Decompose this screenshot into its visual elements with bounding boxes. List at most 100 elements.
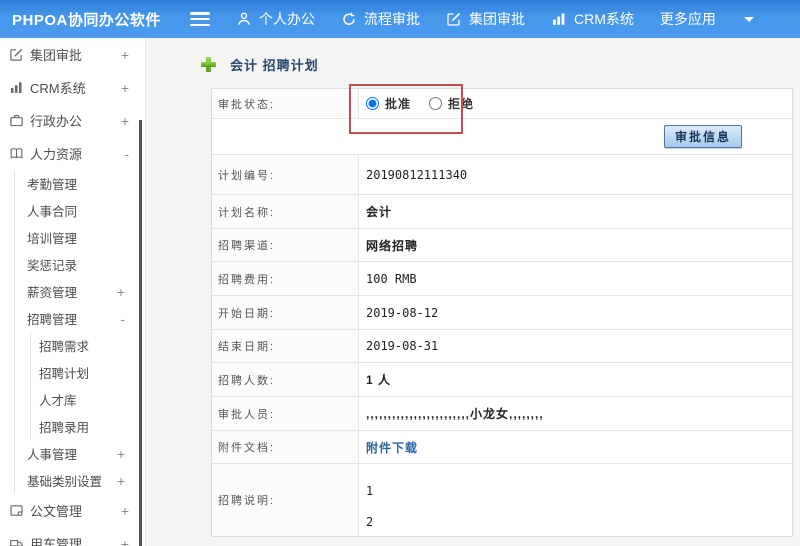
- app-window: PHPOA协同办公软件 个人办公 流程审批 集团审批 CRM系统 更多应用 集团…: [0, 0, 800, 546]
- row-start-date: 开始日期: 2019-08-12: [212, 296, 792, 330]
- description-line: 2: [366, 515, 374, 529]
- sidebar-scrollbar[interactable]: [139, 120, 142, 546]
- sidebar-item-attendance[interactable]: 考勤管理: [15, 170, 145, 197]
- expand-toggle[interactable]: +: [121, 536, 129, 546]
- radio-approve-option[interactable]: 批准: [366, 95, 411, 112]
- sidebar-item-label: 行政办公: [30, 114, 83, 129]
- sidebar-item-documents[interactable]: 公文管理 +: [0, 494, 145, 527]
- end-date-label: 结束日期:: [212, 330, 359, 362]
- expand-toggle[interactable]: +: [117, 446, 125, 462]
- expand-toggle[interactable]: +: [117, 284, 125, 300]
- row-plan-name: 计划名称: 会计: [212, 195, 792, 229]
- nav-label: CRM系统: [574, 11, 634, 27]
- sidebar-item-label: 培训管理: [27, 232, 78, 246]
- expand-toggle[interactable]: +: [121, 80, 129, 96]
- start-date-value: 2019-08-12: [366, 305, 439, 320]
- bar-chart-icon: [551, 11, 567, 27]
- attachment-download-link[interactable]: 附件下载: [366, 439, 418, 456]
- sidebar-item-recruit-mgmt[interactable]: 招聘管理 -: [15, 305, 145, 332]
- approval-info-button[interactable]: 审批信息: [663, 125, 742, 148]
- description-value: 1 2: [359, 464, 792, 536]
- expand-toggle[interactable]: +: [117, 473, 125, 489]
- approvers-value: ,,,,,,,,,,,,,,,,,,,,,,,,小龙女,,,,,,,,: [366, 407, 544, 421]
- bar-chart-icon: [8, 80, 24, 95]
- plan-number-value: 20190812111340: [366, 167, 468, 182]
- top-navbar: PHPOA协同办公软件 个人办公 流程审批 集团审批 CRM系统 更多应用: [0, 0, 800, 38]
- approval-status-row: 审批状态: 批准 拒绝: [212, 89, 792, 119]
- plan-name-label: 计划名称:: [212, 195, 359, 228]
- sidebar-item-base-category[interactable]: 基础类别设置 +: [15, 467, 145, 494]
- sidebar-item-crm[interactable]: CRM系统 +: [0, 71, 145, 104]
- sidebar-item-hr[interactable]: 人力资源 -: [0, 137, 145, 170]
- sidebar-item-recruit-hire[interactable]: 招聘录用: [31, 413, 145, 440]
- sidebar-item-label: 考勤管理: [27, 178, 78, 192]
- sidebar-item-label: 人事合同: [27, 205, 78, 219]
- main-content: 会计 招聘计划 审批状态: 批准 拒绝 审批信息 计划编号: 201908121…: [146, 38, 800, 546]
- attachment-label: 附件文档:: [212, 431, 359, 463]
- radio-reject[interactable]: [429, 97, 443, 110]
- collapse-toggle[interactable]: -: [120, 311, 125, 327]
- row-recruit-cost: 招聘费用: 100 RMB: [212, 262, 792, 296]
- sidebar-item-label: 招聘录用: [39, 421, 90, 435]
- sidebar-item-label: 招聘计划: [39, 367, 90, 381]
- page-header: 会计 招聘计划: [201, 55, 319, 74]
- sidebar-item-hr-contract[interactable]: 人事合同: [15, 197, 145, 224]
- sidebar-item-label: 集团审批: [30, 48, 83, 63]
- nav-crm-system[interactable]: CRM系统: [551, 9, 634, 29]
- edit-icon: [8, 47, 24, 62]
- sidebar-item-label: 招聘管理: [27, 313, 78, 327]
- sidebar-item-recruit-demand[interactable]: 招聘需求: [31, 332, 145, 359]
- sidebar-item-rewards[interactable]: 奖惩记录: [15, 251, 145, 278]
- recruit-channel-value: 网络招聘: [366, 238, 419, 253]
- action-row: 审批信息: [212, 119, 792, 155]
- recruit-channel-label: 招聘渠道:: [212, 229, 359, 261]
- end-date-value: 2019-08-31: [366, 339, 439, 353]
- expand-toggle[interactable]: +: [121, 47, 129, 63]
- radio-reject-option[interactable]: 拒绝: [429, 95, 474, 112]
- expand-toggle[interactable]: +: [121, 113, 129, 129]
- sidebar-item-label: 人力资源: [30, 147, 83, 162]
- sidebar: 集团审批 + CRM系统 + 行政办公 + 人力资源 - 考勤管理 人事合同 培…: [0, 38, 146, 546]
- nav-group-approval[interactable]: 集团审批: [446, 9, 525, 29]
- sidebar-item-talent-pool[interactable]: 人才库: [31, 386, 145, 413]
- row-plan-number: 计划编号: 20190812111340: [212, 155, 792, 195]
- sidebar-item-vehicle[interactable]: 用车管理 +: [0, 527, 145, 546]
- nav-process-approval[interactable]: 流程审批: [341, 9, 420, 29]
- sidebar-item-label: 奖惩记录: [27, 259, 78, 273]
- sidebar-item-label: 基础类别设置: [27, 475, 103, 489]
- page-title: 会计 招聘计划: [230, 58, 319, 73]
- add-icon[interactable]: [201, 57, 216, 72]
- sidebar-item-salary[interactable]: 薪资管理 +: [15, 278, 145, 305]
- app-logo[interactable]: PHPOA协同办公软件: [0, 9, 190, 30]
- radio-approve-label: 批准: [385, 97, 412, 111]
- sidebar-item-recruit-plan[interactable]: 招聘计划: [31, 359, 145, 386]
- radio-reject-label: 拒绝: [448, 97, 475, 111]
- nav-more-apps[interactable]: 更多应用: [660, 9, 716, 29]
- caret-down-icon[interactable]: [743, 16, 754, 22]
- collapse-toggle[interactable]: -: [124, 146, 129, 162]
- expand-toggle[interactable]: +: [121, 503, 129, 519]
- history-icon: [341, 11, 357, 27]
- approvers-label: 审批人员:: [212, 397, 359, 430]
- book-icon: [8, 146, 24, 161]
- radio-approve[interactable]: [366, 97, 379, 110]
- sidebar-item-admin-office[interactable]: 行政办公 +: [0, 104, 145, 137]
- nav-personal-office[interactable]: 个人办公: [236, 9, 315, 29]
- approval-status-value: 批准 拒绝: [359, 89, 792, 118]
- description-label: 招聘说明:: [212, 464, 359, 536]
- nav-label: 更多应用: [659, 11, 716, 27]
- sidebar-item-personnel-mgmt[interactable]: 人事管理 +: [15, 440, 145, 467]
- row-attachment: 附件文档: 附件下载: [212, 431, 792, 464]
- nav-label: 个人办公: [259, 11, 315, 27]
- sidebar-item-group-approval[interactable]: 集团审批 +: [0, 38, 145, 71]
- row-end-date: 结束日期: 2019-08-31: [212, 330, 792, 363]
- sidebar-item-training[interactable]: 培训管理: [15, 224, 145, 251]
- recruit-cost-label: 招聘费用:: [212, 262, 359, 295]
- row-approvers: 审批人员: ,,,,,,,,,,,,,,,,,,,,,,,,小龙女,,,,,,,…: [212, 397, 792, 431]
- sidebar-item-label: 人才库: [39, 394, 77, 408]
- menu-toggle-icon[interactable]: [190, 12, 210, 26]
- row-description: 招聘说明: 1 2: [212, 464, 792, 536]
- recruit-cost-value: 100 RMB: [366, 271, 417, 286]
- description-line: 1: [366, 484, 374, 498]
- edit-icon: [446, 11, 462, 27]
